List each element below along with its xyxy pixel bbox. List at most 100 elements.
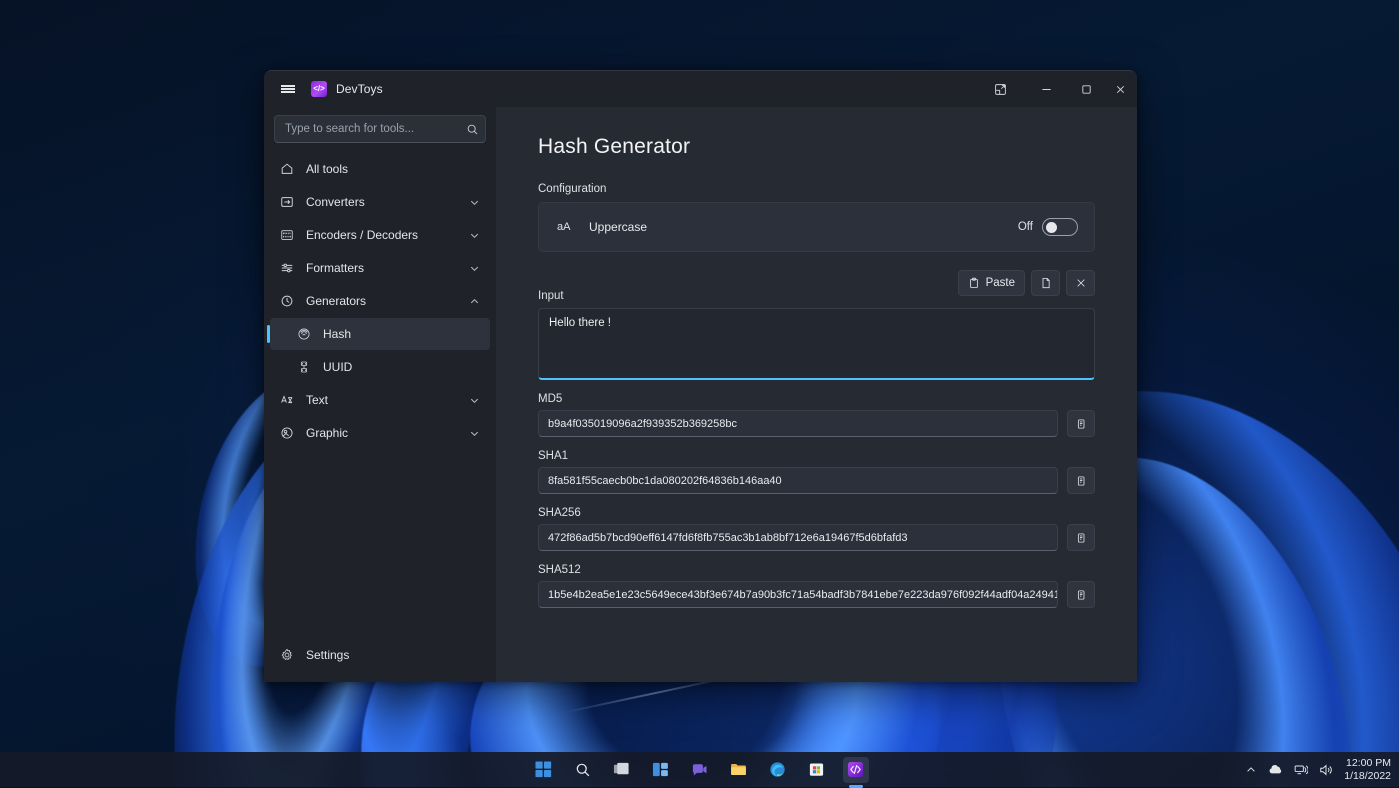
hamburger-menu-icon[interactable] xyxy=(274,75,302,103)
system-tray: 12:00 PM 1/18/2022 xyxy=(1245,757,1391,783)
hash-value-md5[interactable]: b9a4f035019096a2f939352b369258bc xyxy=(538,410,1058,437)
sidebar-label: All tools xyxy=(306,162,480,176)
copy-sha1-button[interactable] xyxy=(1067,467,1095,494)
maximize-button[interactable] xyxy=(1069,71,1103,107)
taskbar-clock[interactable]: 12:00 PM 1/18/2022 xyxy=(1344,757,1391,783)
sidebar-item-all-tools[interactable]: All tools xyxy=(270,153,490,185)
chevron-up-icon xyxy=(469,296,480,307)
hash-block-md5: MD5 b9a4f035019096a2f939352b369258bc xyxy=(538,393,1095,437)
devtoys-button[interactable] xyxy=(843,757,869,783)
copy-sha512-button[interactable] xyxy=(1067,581,1095,608)
sidebar-item-converters[interactable]: Converters xyxy=(270,186,490,218)
copy-icon xyxy=(1075,532,1087,544)
sidebar-item-hash[interactable]: Hash xyxy=(270,318,490,350)
sidebar-item-generators[interactable]: Generators xyxy=(270,285,490,317)
hash-value-sha1[interactable]: 8fa581f55caecb0bc1da080202f64836b146aa40 xyxy=(538,467,1058,494)
sidebar-label: Generators xyxy=(306,294,458,308)
taskbar-apps xyxy=(531,757,869,783)
minimize-button[interactable] xyxy=(1023,71,1069,107)
hash-label: SHA512 xyxy=(538,564,1095,576)
main-content: Hash Generator Configuration aA Uppercas… xyxy=(496,107,1137,682)
hash-label: SHA256 xyxy=(538,507,1095,519)
devtoys-logo-icon: </> xyxy=(311,81,327,97)
clipboard-icon xyxy=(968,277,980,289)
volume-icon[interactable] xyxy=(1319,763,1333,777)
search-icon xyxy=(466,123,479,136)
start-button[interactable] xyxy=(531,757,557,783)
configuration-label: Configuration xyxy=(538,183,1095,195)
copy-icon xyxy=(1075,475,1087,487)
input-textarea[interactable]: Hello there ! xyxy=(538,308,1095,380)
chat-button[interactable] xyxy=(687,757,713,783)
sidebar-item-encoders-decoders[interactable]: Encoders / Decoders xyxy=(270,219,490,251)
copy-md5-button[interactable] xyxy=(1067,410,1095,437)
sidebar-item-uuid[interactable]: UUID xyxy=(270,351,490,383)
sidebar-item-formatters[interactable]: Formatters xyxy=(270,252,490,284)
open-file-button[interactable] xyxy=(1031,270,1060,296)
graphic-icon xyxy=(279,425,295,441)
paste-button-label: Paste xyxy=(986,277,1015,289)
copy-icon xyxy=(1075,418,1087,430)
devtoys-window: </> DevToys xyxy=(264,70,1137,682)
search-button[interactable] xyxy=(570,757,596,783)
encoders-icon xyxy=(279,227,295,243)
close-button[interactable] xyxy=(1103,71,1137,107)
hash-label: SHA1 xyxy=(538,450,1095,462)
generators-icon xyxy=(279,293,295,309)
copy-sha256-button[interactable] xyxy=(1067,524,1095,551)
toggle-switch[interactable] xyxy=(1042,218,1078,236)
hash-block-sha256: SHA256 472f86ad5b7bcd90eff6147fd6f8fb755… xyxy=(538,507,1095,551)
page-title: Hash Generator xyxy=(538,135,1095,159)
hash-value-sha256[interactable]: 472f86ad5b7bcd90eff6147fd6f8fb755ac3b1ab… xyxy=(538,524,1058,551)
task-view-button[interactable] xyxy=(609,757,635,783)
copy-icon xyxy=(1075,589,1087,601)
uuid-icon xyxy=(296,359,312,375)
input-actions: Paste xyxy=(958,270,1095,296)
sidebar-label: Settings xyxy=(306,648,480,662)
app-title: DevToys xyxy=(336,82,383,96)
widgets-button[interactable] xyxy=(648,757,674,783)
hash-label: MD5 xyxy=(538,393,1095,405)
sidebar-label: Hash xyxy=(323,327,480,341)
clock-date: 1/18/2022 xyxy=(1344,770,1391,783)
search-input[interactable]: Type to search for tools... xyxy=(274,115,486,143)
clear-button[interactable] xyxy=(1066,270,1095,296)
sidebar-nav: All tools Converters xyxy=(264,153,496,639)
chevron-down-icon xyxy=(469,263,480,274)
uppercase-icon: aA xyxy=(557,221,575,233)
sidebar-label: UUID xyxy=(323,360,480,374)
uppercase-toggle[interactable]: Off xyxy=(1018,218,1078,236)
taskbar: 12:00 PM 1/18/2022 xyxy=(0,752,1399,787)
input-header-row: Input Paste xyxy=(538,276,1095,302)
sidebar: Type to search for tools... xyxy=(264,107,496,682)
onedrive-icon[interactable] xyxy=(1268,762,1283,777)
clock-time: 12:00 PM xyxy=(1344,757,1391,770)
hash-value-sha512[interactable]: 1b5e4b2ea5e1e23c5649ece43bf3e674b7a90b3f… xyxy=(538,581,1058,608)
chevron-down-icon xyxy=(469,428,480,439)
sidebar-label: Graphic xyxy=(306,426,458,440)
show-hidden-icons-button[interactable] xyxy=(1245,764,1257,776)
home-icon xyxy=(279,161,295,177)
uppercase-toggle-state: Off xyxy=(1018,221,1033,233)
search-placeholder: Type to search for tools... xyxy=(285,123,462,135)
multitask-icon[interactable] xyxy=(977,71,1023,107)
chevron-down-icon xyxy=(469,230,480,241)
devtoys-logo-glyph: </> xyxy=(313,85,325,93)
close-icon xyxy=(1075,277,1087,289)
fingerprint-icon xyxy=(296,326,312,342)
microsoft-store-button[interactable] xyxy=(804,757,830,783)
sidebar-item-settings[interactable]: Settings xyxy=(270,639,490,671)
sidebar-item-text[interactable]: Text xyxy=(270,384,490,416)
input-text: Hello there ! xyxy=(549,317,611,329)
uppercase-label: Uppercase xyxy=(589,220,1004,234)
sidebar-label: Converters xyxy=(306,195,458,209)
paste-button[interactable]: Paste xyxy=(958,270,1025,296)
gear-icon xyxy=(279,647,295,663)
hash-block-sha512: SHA512 1b5e4b2ea5e1e23c5649ece43bf3e674b… xyxy=(538,564,1095,608)
network-icon[interactable] xyxy=(1294,763,1308,777)
sidebar-label: Text xyxy=(306,393,458,407)
sidebar-item-graphic[interactable]: Graphic xyxy=(270,417,490,449)
file-explorer-button[interactable] xyxy=(726,757,752,783)
sidebar-label: Formatters xyxy=(306,261,458,275)
edge-button[interactable] xyxy=(765,757,791,783)
